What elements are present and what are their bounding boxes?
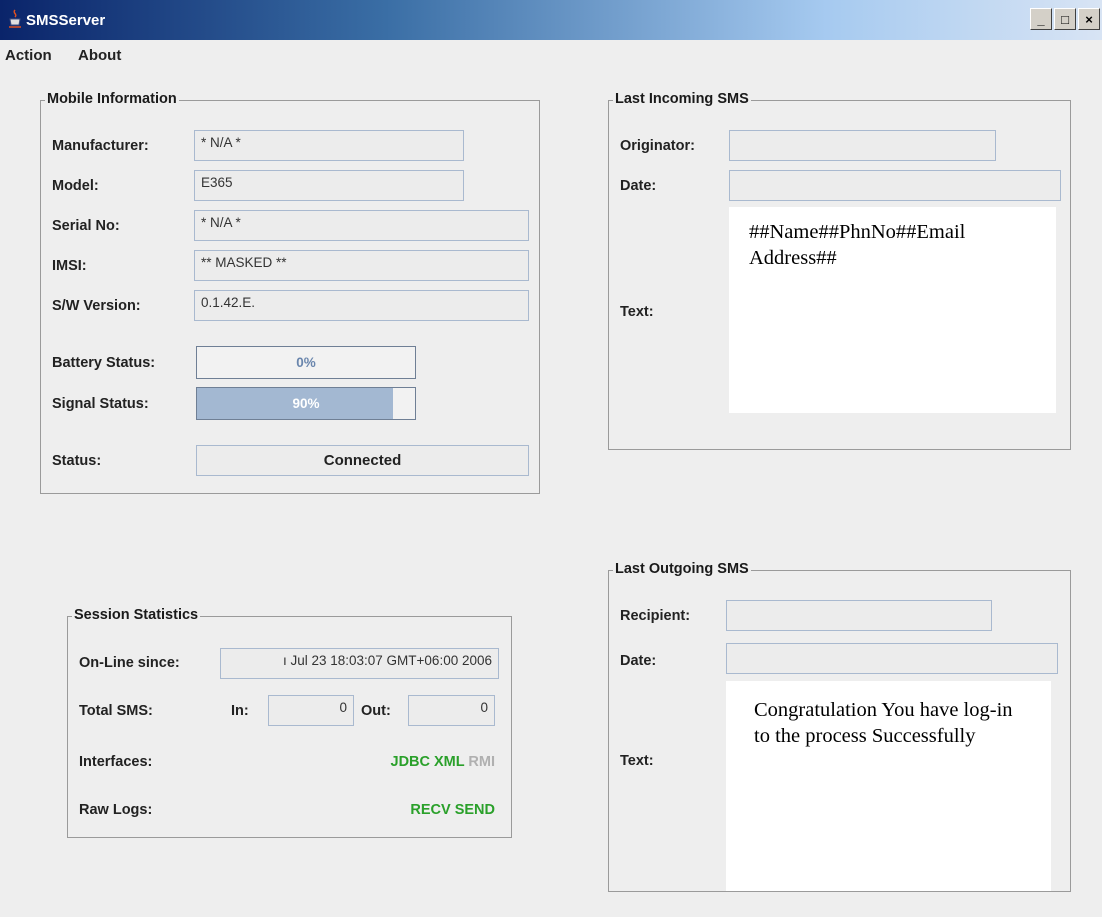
raw-logs-label: Raw Logs:: [79, 802, 153, 818]
last-outgoing-sms-group: Last Outgoing SMS Recipient: Date: Text:…: [608, 561, 1071, 892]
java-cup-icon: [9, 9, 21, 28]
in-label: In:: [231, 703, 249, 719]
raw-logs-list: RECV SEND: [410, 802, 495, 818]
status-label: Status:: [52, 453, 102, 469]
interfaces-list: JDBC XML RMI: [391, 754, 496, 770]
mobile-information-group: Mobile Information Manufacturer: * N/A *…: [40, 91, 540, 494]
raw-log-send[interactable]: SEND: [455, 802, 495, 818]
signal-label: Signal Status:: [52, 396, 149, 412]
sw-version-label: S/W Version:: [52, 298, 141, 314]
model-label: Model:: [52, 178, 99, 194]
originator-field[interactable]: [729, 130, 996, 161]
title-bar[interactable]: SMSServer _ □ ×: [0, 0, 1102, 40]
mobile-information-title: Mobile Information: [45, 91, 179, 107]
battery-bar: 0%: [196, 346, 416, 379]
serial-label: Serial No:: [52, 218, 120, 234]
interface-jdbc[interactable]: JDBC: [391, 754, 430, 770]
maximize-button[interactable]: □: [1054, 8, 1076, 30]
model-field[interactable]: E365: [194, 170, 464, 201]
session-statistics-title: Session Statistics: [72, 607, 201, 623]
menu-about[interactable]: About: [78, 47, 121, 64]
window-controls: _ □ ×: [1030, 8, 1100, 30]
imsi-field[interactable]: ** MASKED **: [194, 250, 529, 281]
incoming-date-field[interactable]: [729, 170, 1061, 201]
sw-version-field[interactable]: 0.1.42.E.: [194, 290, 529, 321]
last-outgoing-sms-title: Last Outgoing SMS: [613, 561, 751, 577]
online-since-label: On-Line since:: [79, 655, 180, 671]
out-count-field[interactable]: 0: [408, 695, 495, 726]
session-statistics-group: Session Statistics On-Line since: ı Jul …: [67, 607, 512, 838]
incoming-date-label: Date:: [620, 178, 657, 194]
imsi-label: IMSI:: [52, 258, 87, 274]
serial-field[interactable]: * N/A *: [194, 210, 529, 241]
incoming-text-label: Text:: [620, 304, 654, 320]
minimize-button[interactable]: _: [1030, 8, 1052, 30]
last-incoming-sms-group: Last Incoming SMS Originator: Date: Text…: [608, 91, 1071, 450]
minimize-icon: _: [1037, 11, 1045, 27]
originator-label: Originator:: [620, 138, 695, 154]
interface-rmi[interactable]: RMI: [468, 754, 495, 770]
signal-bar-text: 90%: [292, 396, 320, 411]
menu-action[interactable]: Action: [5, 47, 52, 64]
outgoing-date-field[interactable]: [726, 643, 1058, 674]
last-incoming-sms-title: Last Incoming SMS: [613, 91, 751, 107]
outgoing-text-label: Text:: [620, 753, 654, 769]
in-count-field[interactable]: 0: [268, 695, 354, 726]
online-since-field[interactable]: ı Jul 23 18:03:07 GMT+06:00 2006: [220, 648, 499, 679]
window-title: SMSServer: [26, 12, 106, 29]
interfaces-label: Interfaces:: [79, 754, 153, 770]
status-field: Connected: [196, 445, 529, 476]
smsserver-window: SMSServer _ □ × Action About Mobile Info…: [0, 0, 1102, 917]
recipient-label: Recipient:: [620, 608, 691, 624]
close-button[interactable]: ×: [1078, 8, 1100, 30]
recipient-field[interactable]: [726, 600, 992, 631]
interface-xml[interactable]: XML: [434, 754, 464, 770]
signal-bar: 90%: [196, 387, 416, 420]
close-icon: ×: [1085, 11, 1093, 27]
battery-label: Battery Status:: [52, 355, 156, 371]
manufacturer-field[interactable]: * N/A *: [194, 130, 464, 161]
outgoing-date-label: Date:: [620, 653, 657, 669]
incoming-text-area[interactable]: ##Name##PhnNo##Email Address##: [729, 207, 1056, 413]
maximize-icon: □: [1061, 11, 1069, 27]
menu-bar: Action About: [0, 40, 1102, 70]
out-label: Out:: [361, 703, 391, 719]
total-sms-label: Total SMS:: [79, 703, 153, 719]
manufacturer-label: Manufacturer:: [52, 138, 149, 154]
raw-log-recv[interactable]: RECV: [410, 802, 450, 818]
outgoing-text-area[interactable]: Congratulation You have log-in to the pr…: [726, 681, 1051, 891]
battery-bar-text: 0%: [296, 355, 316, 370]
